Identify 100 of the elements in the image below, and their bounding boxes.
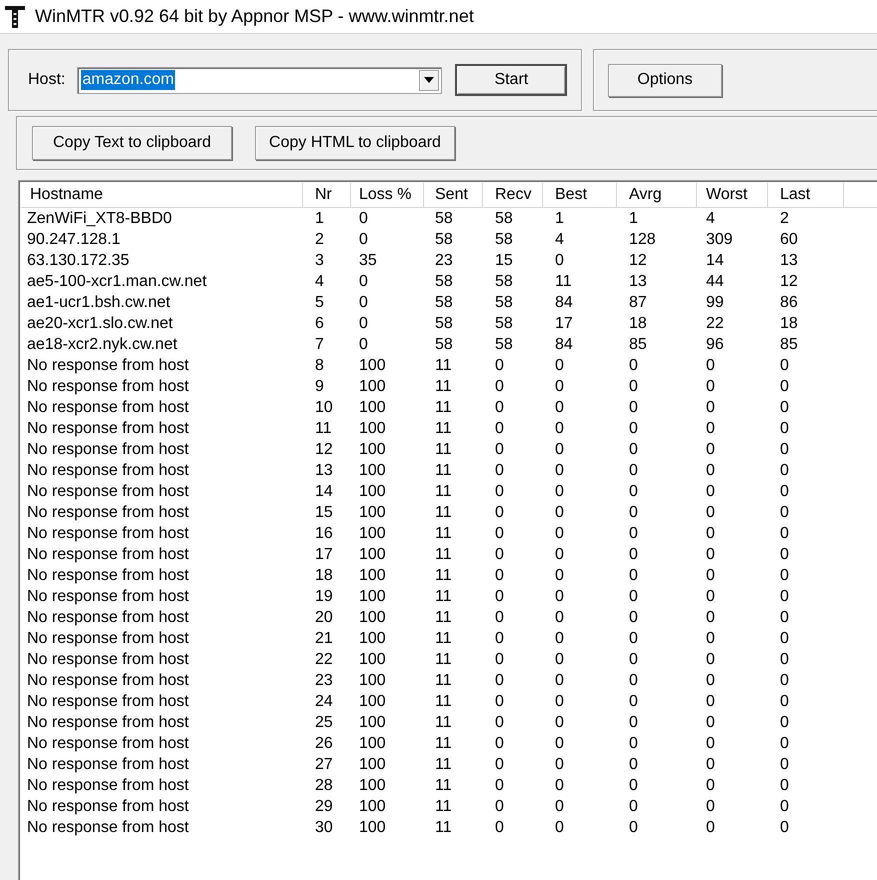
table-cell-text: 63.130.172.35 (26, 251, 130, 271)
table-cell-text: 0 (494, 608, 505, 628)
table-cell-text: No response from host (26, 482, 190, 502)
table-cell-text: 4 (705, 209, 716, 229)
table-cell-text: 0 (554, 755, 565, 775)
table-cell-text: 0 (779, 797, 790, 817)
table-cell-text: 0 (628, 629, 639, 649)
table-cell-text: 6 (314, 314, 325, 334)
column-header[interactable]: Worst (697, 183, 768, 207)
table-cell-text: 0 (628, 377, 639, 397)
column-header[interactable]: Sent (424, 183, 483, 207)
table-cell-text: No response from host (26, 356, 190, 376)
table-cell-text: 5 (314, 293, 325, 313)
table-cell-text: 0 (494, 398, 505, 418)
table-cell-text: ae5-100-xcr1.man.cw.net (26, 272, 208, 292)
table-cell-text: No response from host (26, 713, 190, 733)
table-cell-text: 0 (628, 482, 639, 502)
host-combo-box[interactable]: amazon.com (77, 66, 442, 94)
table-cell-text: 11 (434, 545, 453, 565)
table-cell-text: 24 (314, 692, 334, 712)
table-cell-text: No response from host (26, 461, 190, 481)
copy-button[interactable]: Copy HTML to clipboard (255, 126, 455, 160)
table-cell-text: 0 (705, 503, 716, 523)
table-cell-text: 0 (494, 797, 505, 817)
table-cell-text: 0 (705, 713, 716, 733)
table-cell-text: 11 (434, 671, 453, 691)
table-cell-text: 11 (434, 755, 453, 775)
table-cell-text: 13 (314, 461, 334, 481)
table-cell-text: 0 (628, 608, 639, 628)
table-cell-text: 0 (628, 755, 639, 775)
column-header[interactable]: Best (543, 183, 617, 207)
table-cell-text: No response from host (26, 566, 190, 586)
table-cell-text: 10 (314, 398, 334, 418)
table-cell-text: 58 (434, 293, 454, 313)
table-cell-text: 90.247.128.1 (26, 230, 122, 250)
table-cell-text: ae20-xcr1.slo.cw.net (26, 314, 174, 334)
table-cell-text: 15 (494, 251, 514, 271)
column-header[interactable]: Loss % (351, 183, 424, 207)
table-cell-text: 1 (314, 209, 325, 229)
table-cell-text: 0 (779, 608, 790, 628)
tower-icon (5, 6, 25, 28)
table-cell-text: 0 (705, 692, 716, 712)
copy-button[interactable]: Copy Text to clipboard (32, 126, 232, 160)
table-cell-text: 309 (705, 230, 734, 250)
table-cell-text: 58 (434, 209, 454, 229)
table-cell-text: 0 (494, 440, 505, 460)
table-cell-text: 0 (494, 524, 505, 544)
table-cell-text: 100 (358, 356, 387, 376)
table-cell-text: 100 (358, 524, 387, 544)
table-cell-text: 0 (705, 398, 716, 418)
table-cell-text: 100 (358, 692, 387, 712)
table-cell-text: 17 (554, 314, 574, 334)
table-cell-text: 0 (554, 650, 565, 670)
table-cell-text: 0 (494, 671, 505, 691)
table-cell-text: 58 (434, 272, 454, 292)
table-cell-text: 11 (434, 713, 453, 733)
table-cell-text: 25 (314, 713, 334, 733)
host-label: Host: (28, 71, 66, 89)
table-cell-text: No response from host (26, 755, 190, 775)
table-cell-text: 0 (358, 272, 369, 292)
table-cell-text: 99 (705, 293, 725, 313)
table-cell-text: 2 (779, 209, 790, 229)
table-cell-text: 0 (628, 713, 639, 733)
table-cell-text: 0 (779, 587, 790, 607)
table-cell-text: 0 (554, 524, 565, 544)
column-header[interactable]: Recv (483, 183, 543, 207)
table-cell-text: 0 (628, 398, 639, 418)
table-cell-text: 0 (705, 755, 716, 775)
table-cell-text: No response from host (26, 734, 190, 754)
table-cell-text: 58 (494, 272, 514, 292)
table-cell-text: 3 (314, 251, 325, 271)
start-button[interactable]: Start (455, 64, 568, 96)
table-cell-text: 19 (314, 587, 334, 607)
column-header[interactable]: Last (768, 183, 844, 207)
table-cell-text: 0 (358, 230, 369, 250)
table-cell-text: 22 (314, 650, 334, 670)
table-cell-text: 11 (434, 566, 453, 586)
options-button[interactable]: Options (608, 64, 722, 96)
table-cell-text: 11 (434, 440, 453, 460)
table-cell-text: 0 (628, 776, 639, 796)
column-header[interactable]: Nr (303, 183, 351, 207)
table-cell-text: 21 (314, 629, 334, 649)
table-cell-text: 128 (628, 230, 657, 250)
dropdown-button[interactable] (419, 70, 440, 90)
table-cell-text: 100 (358, 440, 387, 460)
table-cell-text: 85 (779, 335, 799, 355)
table-cell-text: 0 (705, 797, 716, 817)
table-cell-text: 0 (494, 629, 505, 649)
table-cell-text: 0 (494, 377, 505, 397)
table-cell-text: 0 (779, 440, 790, 460)
table-cell-text: 58 (434, 335, 454, 355)
table-cell-text: 18 (314, 566, 334, 586)
column-header[interactable]: Avrg (617, 183, 697, 207)
table-cell-text: 0 (779, 356, 790, 376)
column-header[interactable]: Hostname (21, 183, 303, 207)
table-cell-text: 0 (494, 566, 505, 586)
table-cell-text: 15 (314, 503, 334, 523)
table-cell-text: 0 (554, 587, 565, 607)
table-cell-text: No response from host (26, 629, 190, 649)
table-cell-text: 0 (779, 692, 790, 712)
